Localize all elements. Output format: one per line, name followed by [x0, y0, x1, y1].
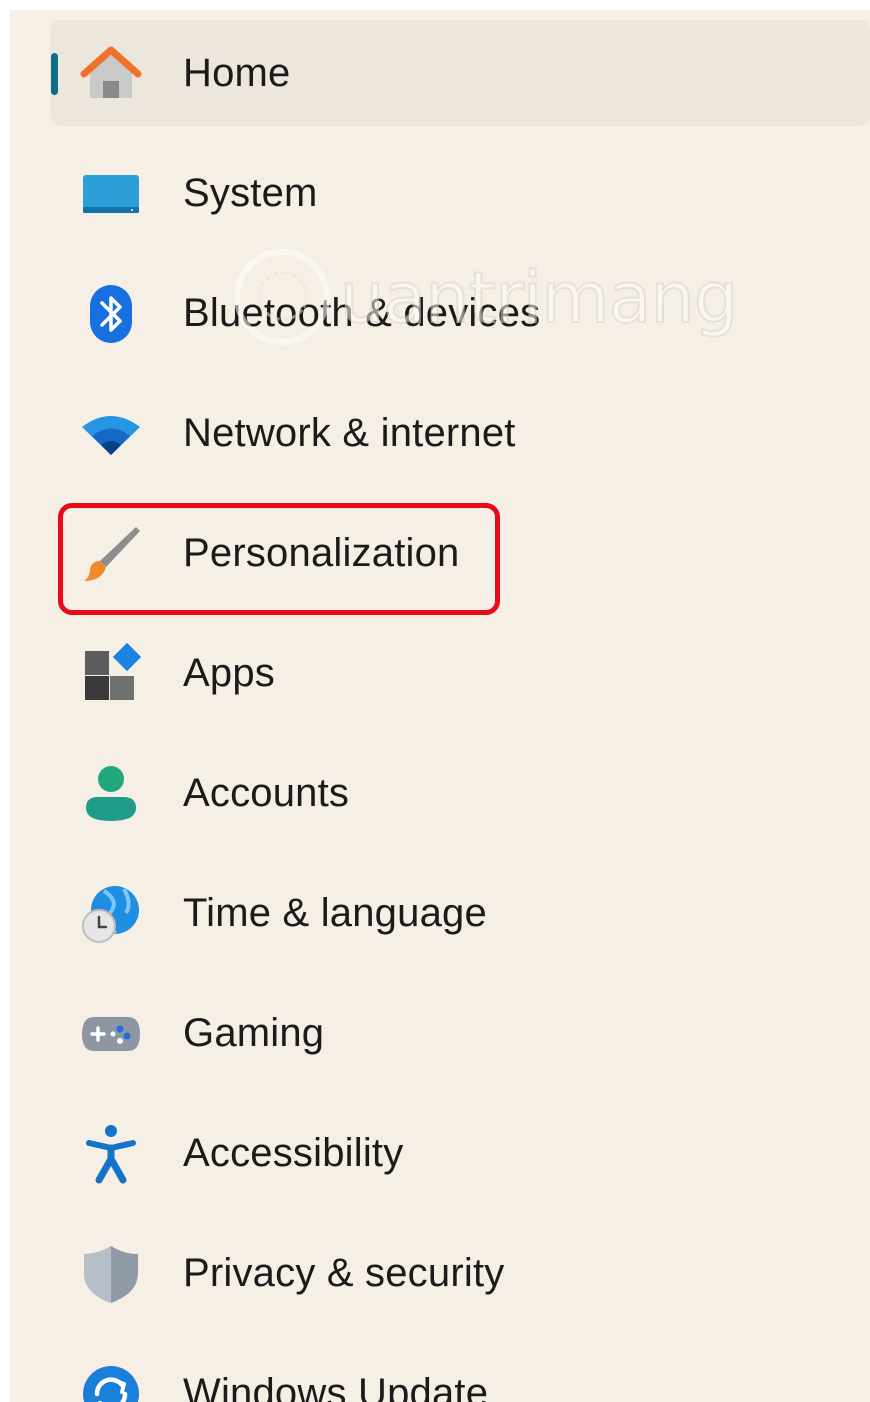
nav-item-label: Network & internet [183, 410, 516, 455]
globe-clock-icon [80, 883, 142, 945]
bluetooth-icon [80, 283, 142, 345]
nav-item-home[interactable]: Home [50, 20, 870, 126]
settings-window: Home System Bluetooth & devices Network … [10, 10, 870, 1402]
nav-item-label: Gaming [183, 1010, 325, 1055]
gamepad-icon [80, 1003, 142, 1065]
nav-item-bluetooth[interactable]: Bluetooth & devices [50, 260, 870, 366]
nav-item-accessibility[interactable]: Accessibility [50, 1100, 870, 1206]
paintbrush-icon [80, 523, 142, 585]
update-icon [80, 1363, 142, 1402]
nav-item-label: Apps [183, 650, 275, 695]
nav-item-apps[interactable]: Apps [50, 620, 870, 726]
nav-item-privacy-security[interactable]: Privacy & security [50, 1220, 870, 1326]
nav-item-label: Windows Update [183, 1370, 489, 1402]
wifi-icon [80, 403, 142, 465]
nav-item-label: Accessibility [183, 1130, 404, 1175]
nav-item-personalization[interactable]: Personalization [50, 500, 870, 606]
nav-item-label: Privacy & security [183, 1250, 505, 1295]
apps-icon [80, 643, 142, 705]
nav-item-windows-update[interactable]: Windows Update [50, 1340, 870, 1402]
settings-nav: Home System Bluetooth & devices Network … [50, 20, 870, 1402]
selection-indicator [51, 53, 58, 95]
monitor-icon [80, 163, 142, 225]
nav-item-accounts[interactable]: Accounts [50, 740, 870, 846]
nav-item-label: System [183, 170, 318, 215]
home-icon [80, 43, 142, 105]
nav-item-label: Time & language [183, 890, 487, 935]
nav-item-system[interactable]: System [50, 140, 870, 246]
shield-icon [80, 1243, 142, 1305]
nav-item-time-language[interactable]: Time & language [50, 860, 870, 966]
nav-item-label: Personalization [183, 530, 460, 575]
person-icon [80, 763, 142, 825]
nav-item-label: Accounts [183, 770, 350, 815]
accessibility-icon [80, 1123, 142, 1185]
nav-item-network[interactable]: Network & internet [50, 380, 870, 486]
nav-item-label: Bluetooth & devices [183, 290, 541, 335]
nav-item-gaming[interactable]: Gaming [50, 980, 870, 1086]
nav-item-label: Home [183, 50, 291, 95]
